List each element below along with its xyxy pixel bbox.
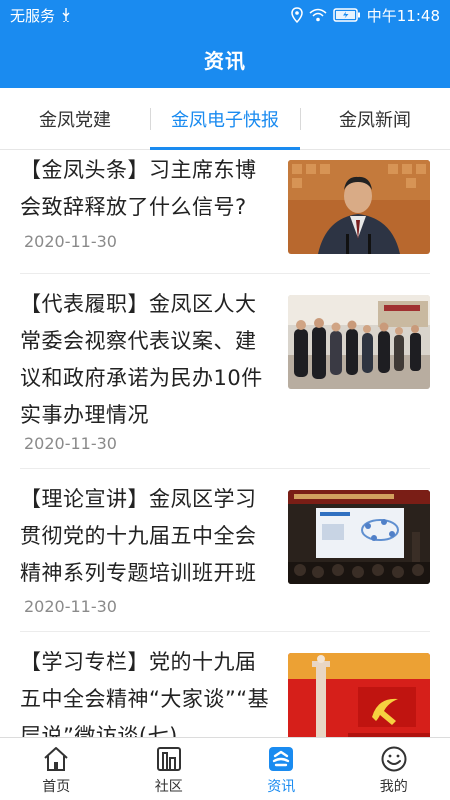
clock-text: 中午11:48 [366,6,440,25]
carrier-text: 无服务 [10,6,56,25]
app-header: 资讯 [0,30,450,88]
article-thumbnail [288,295,430,389]
tab-label: 金凤新闻 [339,109,411,131]
nav-label: 我的 [379,779,408,795]
article-title: 【理论宣讲】金凤区学习贯彻党的十九届五中全会精神系列专题培训班开班 [20,487,257,585]
status-bar: 无服务 中午11:48 [0,0,450,30]
article-thumbnail [288,160,430,254]
bottom-nav: 首页 社区 资讯 我的 [0,737,450,800]
tab-label: 金凤党建 [39,109,111,131]
tab-bar: 金凤党建 金凤电子快报 金凤新闻 [0,88,450,150]
news-icon [266,744,296,774]
tab-divider [150,108,151,130]
article-list: 【金凤头条】习主席东博会致辞释放了什么信号? 2020-11-30 【代表履职】… [0,150,450,737]
article-item[interactable]: 【学习专栏】党的十九届五中全会精神“大家谈”“基层说”微访谈(七) [20,632,430,737]
battery-charging-icon [333,8,361,22]
article-title: 【代表履职】金凤区人大常委会视察代表议案、建议和政府承诺为民办10件实事办理情况 [20,292,263,427]
home-icon [41,744,71,774]
nav-home[interactable]: 首页 [0,738,113,800]
article-thumbnail [288,653,430,737]
photo-inspection-image [288,295,430,389]
page-title: 资讯 [204,48,246,73]
article-title: 【金凤头条】习主席东博会致辞释放了什么信号? [20,158,257,219]
article-item[interactable]: 【代表履职】金凤区人大常委会视察代表议案、建议和政府承诺为民办10件实事办理情况… [20,274,430,469]
nav-label: 首页 [42,779,71,795]
article-date: 2020-11-30 [24,597,117,616]
article-date: 2020-11-30 [24,232,117,251]
tab-divider [300,108,301,130]
tab-label: 金凤电子快报 [171,109,279,131]
photo-party-emblem-image [288,653,430,737]
article-date: 2020-11-30 [24,434,117,453]
article-thumbnail [288,490,430,584]
tab-news[interactable]: 金凤新闻 [300,88,450,149]
nav-label: 社区 [154,779,183,795]
community-icon [154,744,184,774]
screen: 无服务 中午11:48 资讯 金凤党建 金凤电子快报 金凤新闻 【金凤头条】习主… [0,0,450,800]
article-title: 【学习专栏】党的十九届五中全会精神“大家谈”“基层说”微访谈(七) [20,650,270,737]
nav-news[interactable]: 资讯 [225,738,338,800]
nav-label: 资讯 [267,779,296,795]
usb-icon [61,8,71,22]
article-item[interactable]: 【理论宣讲】金凤区学习贯彻党的十九届五中全会精神系列专题培训班开班 2020-1… [20,469,430,632]
tab-e-bulletin[interactable]: 金凤电子快报 [150,88,300,150]
location-icon [291,7,303,23]
wifi-icon [309,8,327,22]
photo-speaker-image [288,160,430,254]
nav-profile[interactable]: 我的 [338,738,450,800]
tab-party-building[interactable]: 金凤党建 [0,88,150,149]
photo-training-image [288,490,430,584]
nav-community[interactable]: 社区 [113,738,226,800]
article-item[interactable]: 【金凤头条】习主席东博会致辞释放了什么信号? 2020-11-30 [20,150,430,274]
profile-icon [379,744,409,774]
